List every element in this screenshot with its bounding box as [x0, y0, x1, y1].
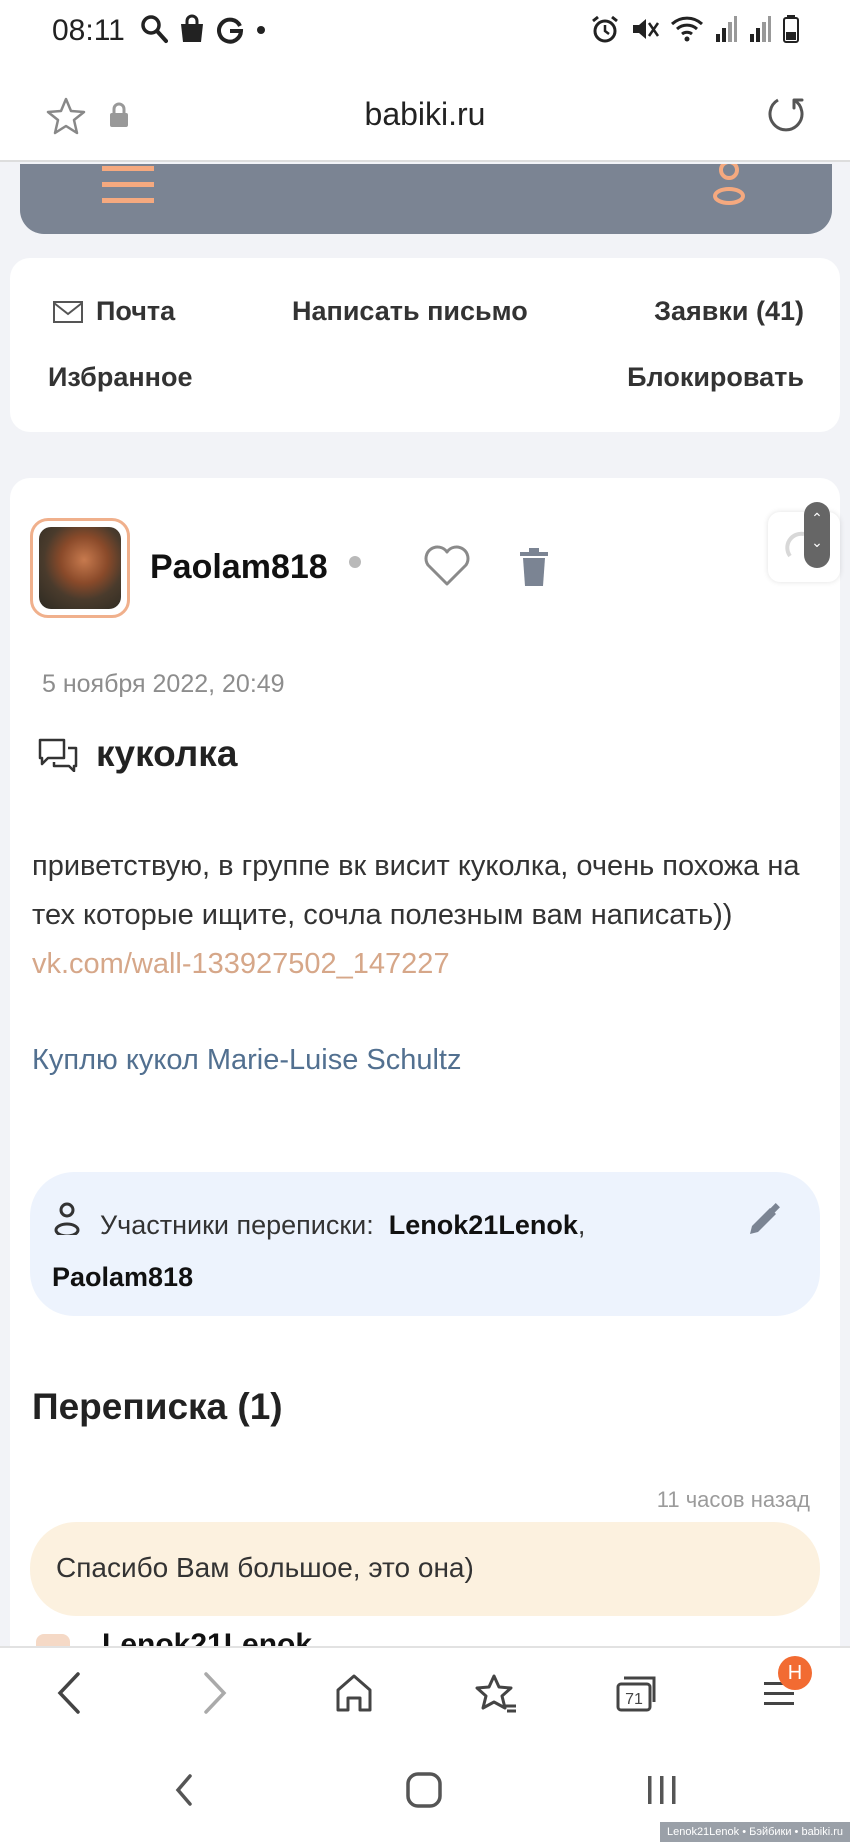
reply-author-name[interactable]: Lenok21Lenok — [102, 1628, 312, 1646]
reply-author-avatar[interactable] — [36, 1634, 70, 1646]
message-date: 5 ноября 2022, 20:49 — [42, 670, 285, 698]
reload-icon[interactable] — [766, 94, 806, 139]
heart-icon[interactable] — [422, 544, 472, 593]
participant-lenok21lenok[interactable]: Lenok21Lenok — [389, 1210, 578, 1240]
reply-author-row: Lenok21Lenok — [30, 1628, 430, 1646]
reply-bubble: Спасибо Вам большое, это она) — [30, 1522, 820, 1616]
mute-icon — [633, 19, 660, 39]
conversation-icon — [38, 738, 78, 777]
dot-icon — [257, 26, 265, 34]
home-icon[interactable] — [334, 1670, 374, 1721]
mail-link[interactable]: Почта — [52, 296, 175, 327]
actions-card: Почта Написать письмо Заявки (41) Избран… — [10, 258, 840, 432]
reply-time: 11 часов назад — [656, 1487, 810, 1512]
status-bar: 08:11 — [0, 0, 850, 66]
battery-icon — [783, 15, 799, 43]
message-subject: куколка — [96, 733, 238, 774]
envelope-icon — [53, 300, 83, 323]
url-bar: babiki.ru — [0, 66, 850, 162]
tabs-icon[interactable]: 71 — [614, 1670, 658, 1721]
participants-separator: , — [577, 1210, 586, 1240]
trash-icon[interactable] — [518, 548, 550, 593]
bookmarks-star-icon[interactable] — [474, 1670, 518, 1721]
requests-link[interactable]: Заявки (41) — [654, 296, 804, 327]
participant-paolam818[interactable]: Paolam818 — [52, 1262, 193, 1292]
system-home-icon[interactable] — [404, 1770, 444, 1815]
message-body: приветствую, в группе вк висит куколка, … — [32, 842, 822, 989]
reply-text: Спасибо Вам большое, это она) — [56, 1552, 474, 1583]
tabs-count: 71 — [625, 1691, 643, 1708]
conversation-title: Переписка (1) — [32, 1386, 283, 1427]
back-arrow-icon[interactable] — [54, 1670, 84, 1721]
participants-text: Участники переписки: Lenok21Lenok, Paolam… — [52, 1200, 732, 1303]
online-status-dot — [349, 556, 361, 568]
wifi-icon — [670, 16, 704, 42]
edit-pencil-icon[interactable] — [746, 1202, 782, 1243]
favorites-link[interactable]: Избранное — [48, 362, 192, 393]
scroll-down-icon: ⌄ — [811, 534, 823, 550]
avatar-image — [39, 527, 121, 609]
signal-icon — [716, 16, 737, 42]
signal-icon — [750, 16, 771, 42]
google-g-icon — [217, 17, 244, 44]
participants-label: Участники переписки: — [100, 1210, 374, 1240]
user-profile-icon[interactable] — [712, 160, 746, 211]
message-body-text: приветствую, в группе вк висит куколка, … — [32, 850, 800, 931]
status-right-icons — [590, 14, 800, 44]
status-left-icons — [140, 14, 268, 44]
sender-username[interactable]: Paolam818 — [150, 548, 328, 587]
topic-link[interactable]: Куплю кукол Marie-Luise Schultz — [32, 1044, 461, 1077]
sender-avatar[interactable] — [30, 518, 130, 618]
site-header — [20, 160, 832, 234]
url-domain[interactable]: babiki.ru — [0, 96, 850, 133]
vk-link[interactable]: vk.com/wall-133927502_147227 — [32, 948, 450, 980]
alarm-icon — [592, 15, 618, 43]
write-letter-link[interactable]: Написать письмо — [292, 296, 528, 327]
watermark: Lenok21Lenok • Бэйбики • babiki.ru — [660, 1822, 850, 1842]
hamburger-menu-icon[interactable] — [102, 164, 154, 211]
scroll-up-icon: ⌃ — [811, 510, 823, 526]
status-time: 08:11 — [52, 14, 125, 47]
menu-notification-badge: Н — [778, 1656, 812, 1690]
browser-toolbar: 71 — [0, 1646, 850, 1742]
system-recents-icon[interactable] — [644, 1770, 680, 1815]
block-link[interactable]: Блокировать — [627, 362, 804, 393]
search-icon — [141, 15, 168, 43]
person-icon — [52, 1201, 100, 1252]
scrollbar-thumb[interactable]: ⌃ ⌄ — [804, 502, 830, 568]
mail-label: Почта — [96, 296, 176, 326]
forward-arrow-icon[interactable] — [200, 1670, 230, 1721]
participants-box: Участники переписки: Lenok21Lenok, Paolam… — [30, 1172, 820, 1316]
shopping-bag-icon — [181, 14, 203, 42]
system-back-icon[interactable] — [172, 1770, 196, 1815]
